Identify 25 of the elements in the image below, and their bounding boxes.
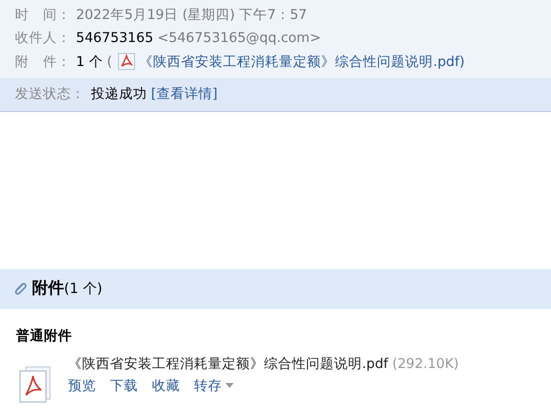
attachment-link[interactable]: 《陕西省安装工程消耗量定额》综合性问题说明.pdf	[139, 52, 460, 71]
recipient-label: 收件人：	[15, 29, 72, 48]
status-value: 投递成功	[91, 85, 147, 103]
caret-icon	[225, 383, 234, 388]
file-name[interactable]: 《陕西省安装工程消耗量定额》综合性问题说明.pdf	[68, 356, 388, 372]
save-to-menu[interactable]: 转存	[194, 376, 234, 394]
paperclip-icon	[12, 280, 28, 296]
attachment-label: 附 件：	[15, 52, 72, 71]
group-title: 普通附件	[15, 326, 73, 346]
file-action-link[interactable]: 预览	[68, 376, 96, 394]
time-value: 2022年5月19日 (星期四) 下午7：57	[76, 6, 308, 24]
attachments-title: 附件	[32, 278, 64, 299]
recipient-name: 546753165	[76, 30, 154, 46]
open-paren: (	[106, 54, 112, 70]
close-paren: )	[459, 54, 465, 70]
status-label: 发送状态：	[15, 85, 86, 103]
attachments-count: (1 个)	[64, 280, 102, 298]
recipient-email: <546753165@qq.com>	[157, 30, 321, 46]
file-size: (292.10K)	[392, 356, 459, 372]
details-link[interactable]: [查看详情]	[151, 85, 218, 103]
file-action-link[interactable]: 下载	[110, 376, 138, 394]
file-action-link[interactable]: 收藏	[152, 376, 180, 394]
pdf-icon	[118, 53, 136, 70]
attachment-count: 1 个	[76, 52, 103, 71]
time-label: 时 间：	[15, 6, 72, 24]
